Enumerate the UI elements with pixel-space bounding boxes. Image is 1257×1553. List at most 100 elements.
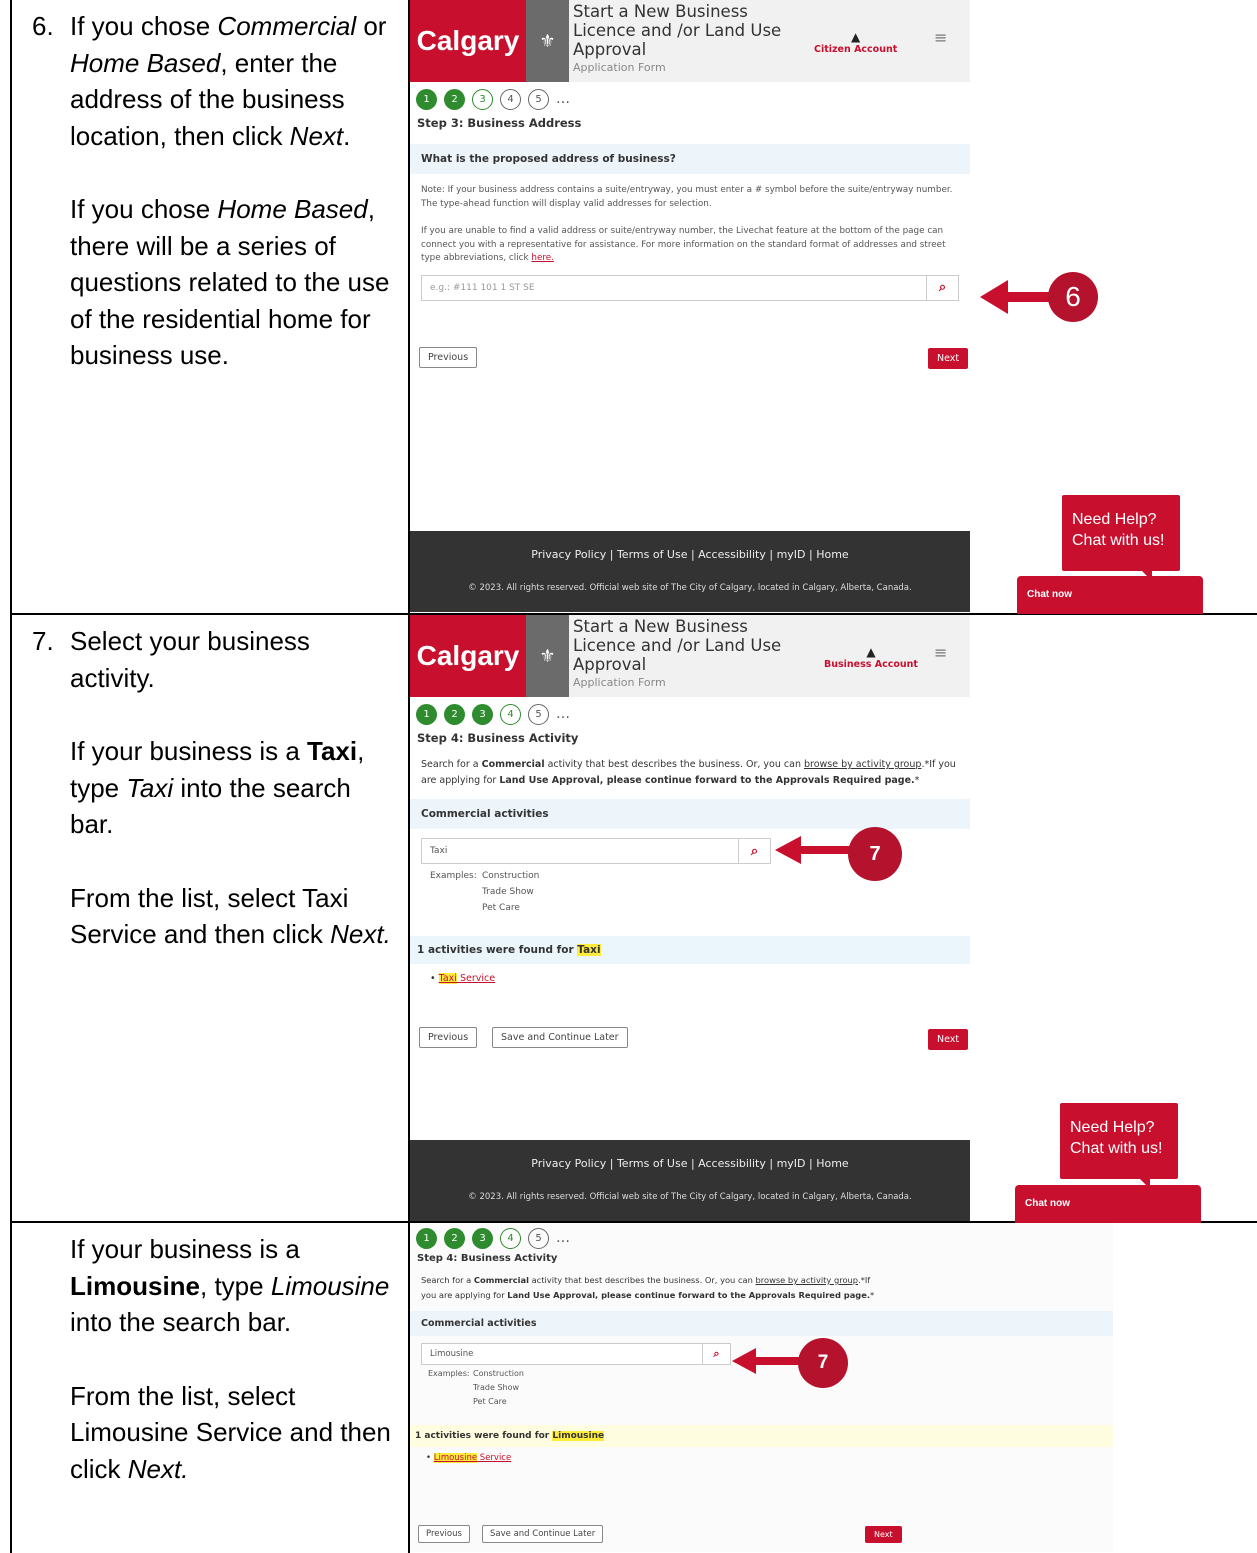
- text: .: [343, 120, 351, 151]
- chat-now-button[interactable]: Chat now: [1015, 1185, 1201, 1223]
- text: Search for a: [421, 759, 482, 770]
- previous-button[interactable]: Previous: [418, 1525, 470, 1543]
- step-6-paragraph: 6. If you chose Commercial or Home Based…: [32, 8, 398, 154]
- need-help-bubble[interactable]: Need Help? Chat with us!: [1060, 1103, 1178, 1189]
- question-heading: What is the proposed address of business…: [410, 144, 970, 174]
- step-progress: 1 2 3 4 5 …: [410, 82, 970, 116]
- activity-search-input[interactable]: Limousine: [422, 1344, 702, 1364]
- here-link[interactable]: here.: [531, 253, 554, 263]
- text: From the list, select Limousine Service …: [70, 1380, 391, 1484]
- address-search-input[interactable]: e.g.: #111 101 1 ST SE: [422, 276, 926, 300]
- previous-button[interactable]: Previous: [419, 1027, 478, 1048]
- step-indicator[interactable]: 4: [500, 1227, 521, 1249]
- chat-now-button[interactable]: Chat now: [1017, 576, 1203, 614]
- footer-copyright: © 2023. All rights reserved. Official we…: [468, 583, 912, 593]
- result-list-item[interactable]: • Limousine Service: [410, 1447, 1113, 1469]
- app-subtitle: Application Form: [573, 676, 666, 689]
- example-item: Pet Care: [473, 1397, 507, 1406]
- step-indicator[interactable]: 2: [444, 703, 465, 725]
- step-indicator[interactable]: 5: [528, 1227, 549, 1249]
- step-indicator[interactable]: 5: [528, 703, 549, 725]
- callout-badge: 7: [848, 827, 902, 881]
- hamburger-menu-icon[interactable]: ≡: [934, 28, 947, 47]
- step-number: 7.: [32, 626, 54, 656]
- step-progress: 1 2 3 4 5 …: [410, 697, 970, 731]
- step-indicator[interactable]: 4: [500, 88, 521, 110]
- account-link[interactable]: ▲ Citizen Account: [814, 30, 897, 55]
- previous-button[interactable]: Previous: [419, 347, 478, 368]
- examples-label: Examples:: [430, 871, 477, 881]
- step-7-taxi-paragraph: If your business is a Taxi, type Taxi in…: [32, 733, 398, 843]
- step-indicator[interactable]: 2: [444, 1227, 465, 1249]
- screenshot-cell-limousine: 1 2 3 4 5 … Step 4: Business Activity Se…: [408, 1221, 1257, 1553]
- example-item: Trade Show: [482, 887, 534, 897]
- text-bold: Commercial: [473, 1275, 529, 1285]
- step-indicator[interactable]: 3: [472, 88, 493, 110]
- text: Search for a: [421, 1275, 474, 1285]
- step-indicator[interactable]: 1: [416, 1227, 437, 1249]
- text: , type: [200, 1270, 271, 1301]
- step-indicator[interactable]: 5: [528, 88, 549, 110]
- activity-search-input[interactable]: Taxi: [422, 839, 738, 863]
- browse-by-activity-group-link[interactable]: browse by activity group: [756, 1275, 859, 1285]
- calgary-logo[interactable]: Calgary: [410, 0, 526, 82]
- account-label: Citizen Account: [814, 44, 898, 55]
- account-link[interactable]: ▲ Business Account: [824, 645, 918, 670]
- limousine-select-paragraph: From the list, select Limousine Service …: [32, 1378, 398, 1488]
- account-label: Business Account: [824, 659, 918, 670]
- footer-links[interactable]: Privacy Policy | Terms of Use | Accessib…: [410, 548, 970, 561]
- search-icon[interactable]: ⌕: [738, 839, 770, 863]
- screenshot-cell-step-6: Calgary ⚜ Start a New Business Licence a…: [408, 0, 1257, 615]
- text-italic: Next.: [127, 1453, 189, 1484]
- city-crest-icon: ⚜: [526, 615, 569, 697]
- result-list-item[interactable]: • Taxi Service: [410, 964, 970, 993]
- footer-links[interactable]: Privacy Policy | Terms of Use | Accessib…: [410, 1157, 970, 1170]
- save-and-continue-later-button[interactable]: Save and Continue Later: [482, 1525, 604, 1543]
- text: or: [356, 11, 387, 41]
- instruction-cell-step-7: 7. Select your business activity. If you…: [10, 613, 410, 1223]
- text: Service: [456, 973, 496, 984]
- next-button[interactable]: Next: [928, 348, 969, 369]
- need-help-bubble[interactable]: Need Help? Chat with us!: [1062, 495, 1180, 581]
- search-icon[interactable]: ⌕: [702, 1344, 730, 1364]
- step-indicator[interactable]: 4: [500, 703, 521, 725]
- text: into the search bar.: [70, 1307, 292, 1337]
- next-button[interactable]: Next: [928, 1029, 969, 1050]
- more-steps-indicator: …: [556, 91, 570, 107]
- step-indicator[interactable]: 2: [444, 88, 465, 110]
- text: Limousine: [433, 1453, 478, 1463]
- text-italic: Commercial: [217, 11, 357, 41]
- text: If you chose: [70, 11, 218, 41]
- app-header: Calgary ⚜ Start a New Business Licence a…: [410, 0, 970, 82]
- example-item: Construction: [482, 871, 540, 881]
- instruction-cell-step-6: 6. If you chose Commercial or Home Based…: [10, 0, 410, 615]
- step-indicator[interactable]: 3: [472, 1227, 493, 1249]
- step-heading: Step 3: Business Address: [417, 116, 582, 130]
- text-bold: Limousine: [70, 1270, 201, 1301]
- livechat-note: If you are unable to find a valid addres…: [410, 211, 970, 266]
- step-indicator[interactable]: 1: [416, 88, 437, 110]
- person-icon: ▲: [866, 645, 876, 659]
- examples-label: Examples:: [428, 1369, 470, 1378]
- step-indicator[interactable]: 1: [416, 703, 437, 725]
- next-button[interactable]: Next: [865, 1526, 902, 1543]
- browse-by-activity-group-link[interactable]: browse by activity group: [804, 759, 921, 770]
- text: If your business is a: [70, 736, 307, 766]
- app-footer: Privacy Policy | Terms of Use | Accessib…: [410, 1140, 970, 1221]
- calgary-logo[interactable]: Calgary: [410, 615, 526, 697]
- step-indicator[interactable]: 3: [472, 703, 493, 725]
- app-screenshot: Calgary ⚜ Start a New Business Licence a…: [410, 615, 970, 1221]
- more-steps-indicator: …: [556, 1230, 570, 1246]
- text: 1 activities were found for: [415, 1431, 553, 1441]
- text-bold: Land Use Approval, please continue forwa…: [499, 775, 915, 786]
- save-and-continue-later-button[interactable]: Save and Continue Later: [492, 1027, 628, 1048]
- limousine-service-link[interactable]: Limousine Service: [433, 1453, 511, 1463]
- more-steps-indicator: …: [556, 706, 570, 722]
- search-icon[interactable]: ⌕: [926, 275, 958, 300]
- text-italic: Home Based: [217, 194, 368, 224]
- hamburger-menu-icon[interactable]: ≡: [934, 643, 947, 662]
- taxi-service-link[interactable]: Taxi Service: [438, 973, 496, 984]
- city-crest-icon: ⚜: [526, 0, 569, 82]
- search-term-highlight: Limousine: [552, 1431, 605, 1441]
- text-italic: Next.: [330, 919, 391, 949]
